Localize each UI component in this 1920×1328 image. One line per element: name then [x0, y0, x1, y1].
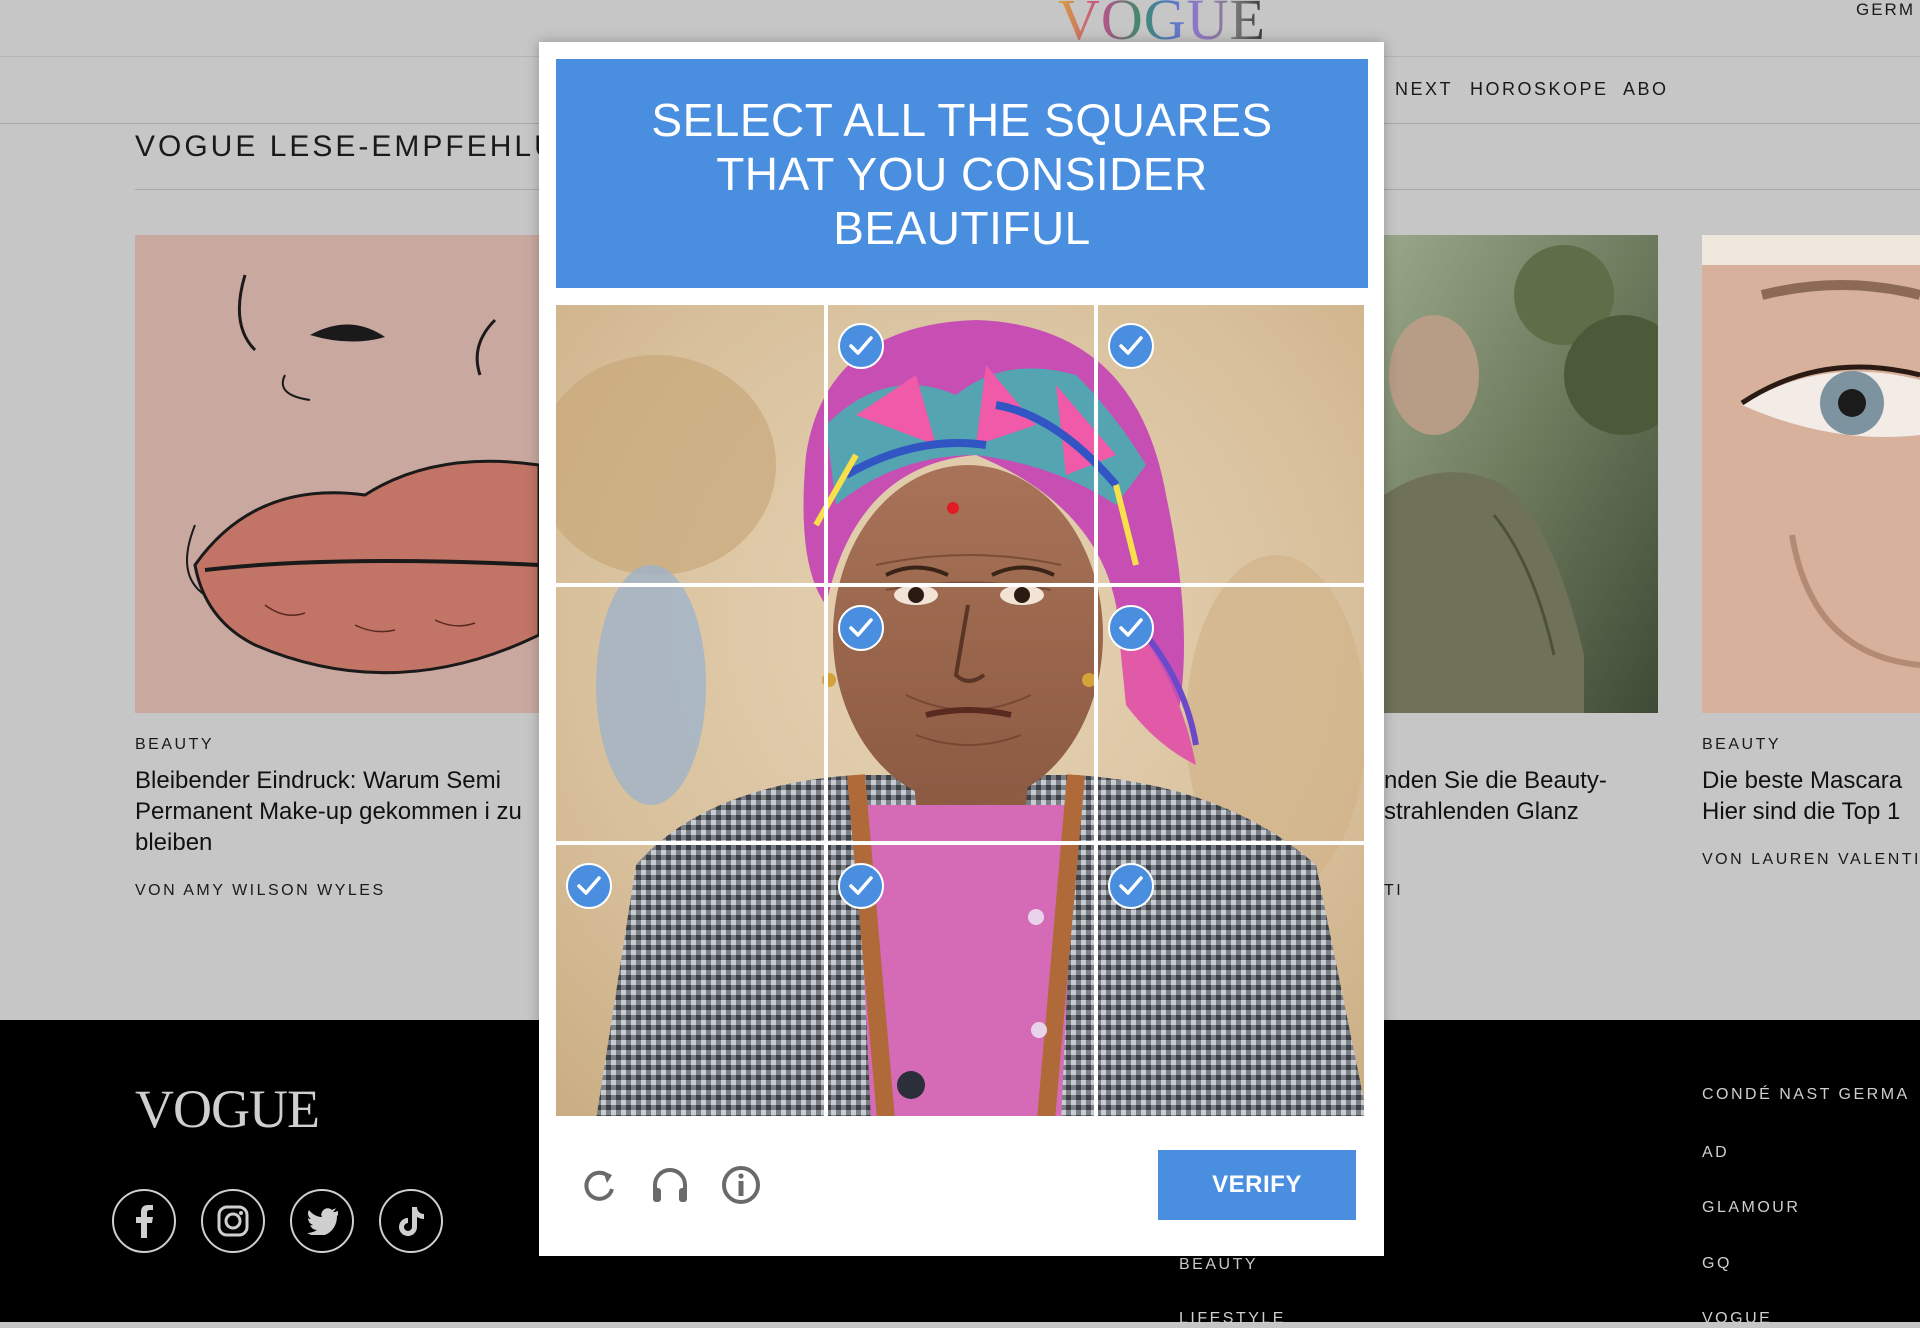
- checkmark-icon: [838, 605, 884, 651]
- captcha-tile[interactable]: [828, 845, 1098, 1120]
- footer-link-gq[interactable]: GQ: [1702, 1255, 1732, 1273]
- card-category[interactable]: BEAUTY: [1702, 736, 1781, 754]
- captcha-tile-image: [556, 587, 828, 845]
- footer-link-vogue[interactable]: VOGUE: [1702, 1310, 1772, 1328]
- instagram-icon[interactable]: [201, 1189, 265, 1253]
- captcha-image-grid: [556, 305, 1368, 1120]
- section-title: VOGUE LESE-EMPFEHLUN: [135, 130, 584, 163]
- captcha-tile-image: [556, 305, 828, 587]
- refresh-icon[interactable]: [574, 1160, 624, 1210]
- card-image-lips[interactable]: [135, 235, 539, 713]
- footer-link-glamour[interactable]: GLAMOUR: [1702, 1199, 1800, 1217]
- captcha-tile[interactable]: [828, 587, 1098, 845]
- captcha-modal: SELECT ALL THE SQUARES THAT YOU CONSIDER…: [539, 42, 1384, 1256]
- nav-item-abo[interactable]: ABO: [1623, 79, 1669, 100]
- nav-item-next[interactable]: NEXT: [1395, 79, 1453, 100]
- checkmark-icon: [1108, 863, 1154, 909]
- footer-link-lifestyle[interactable]: LIFESTYLE: [1179, 1310, 1286, 1328]
- checkmark-icon: [1108, 323, 1154, 369]
- card-image-eye[interactable]: [1702, 235, 1920, 713]
- captcha-tile[interactable]: [1098, 845, 1368, 1120]
- card-author[interactable]: VON AMY WILSON WYLES: [135, 882, 386, 900]
- checkmark-icon: [838, 863, 884, 909]
- captcha-tile[interactable]: [1098, 587, 1368, 845]
- captcha-tile[interactable]: [1098, 305, 1368, 587]
- captcha-tile[interactable]: [556, 587, 828, 845]
- card-title[interactable]: Bleibender Eindruck: Warum Semi Permanen…: [135, 765, 539, 860]
- tiktok-icon[interactable]: [379, 1189, 443, 1253]
- card-author[interactable]: VON LAUREN VALENTI: [1702, 851, 1920, 869]
- card-category[interactable]: BEAUTY: [135, 736, 214, 754]
- footer-link-beauty[interactable]: BEAUTY: [1179, 1256, 1258, 1274]
- card-image-portrait[interactable]: [1384, 235, 1658, 713]
- card-author[interactable]: TI: [1384, 882, 1403, 900]
- nav-item-horoskope[interactable]: HOROSKOPE: [1470, 79, 1609, 100]
- region-selector[interactable]: GERM: [1856, 0, 1915, 20]
- checkmark-icon: [838, 323, 884, 369]
- headphones-icon[interactable]: [645, 1160, 695, 1210]
- captcha-header: SELECT ALL THE SQUARES THAT YOU CONSIDER…: [556, 59, 1368, 288]
- footer-link-ad[interactable]: AD: [1702, 1144, 1729, 1162]
- captcha-tile[interactable]: [828, 305, 1098, 587]
- footer-heading-conde-nast: CONDÉ NAST GERMA: [1702, 1086, 1910, 1103]
- info-icon[interactable]: [716, 1160, 766, 1210]
- card-title[interactable]: Die beste Mascara Hier sind die Top 1: [1702, 765, 1920, 827]
- verify-button[interactable]: VERIFY: [1158, 1150, 1356, 1220]
- footer-logo[interactable]: VOGUE: [135, 1078, 320, 1140]
- facebook-icon[interactable]: [112, 1189, 176, 1253]
- twitter-icon[interactable]: [290, 1189, 354, 1253]
- captcha-tile[interactable]: [556, 305, 828, 587]
- captcha-prompt: SELECT ALL THE SQUARES THAT YOU CONSIDER…: [651, 93, 1273, 254]
- captcha-tile[interactable]: [556, 845, 828, 1120]
- checkmark-icon: [1108, 605, 1154, 651]
- checkmark-icon: [566, 863, 612, 909]
- card-title[interactable]: nden Sie die Beauty- strahlenden Glanz: [1384, 765, 1658, 827]
